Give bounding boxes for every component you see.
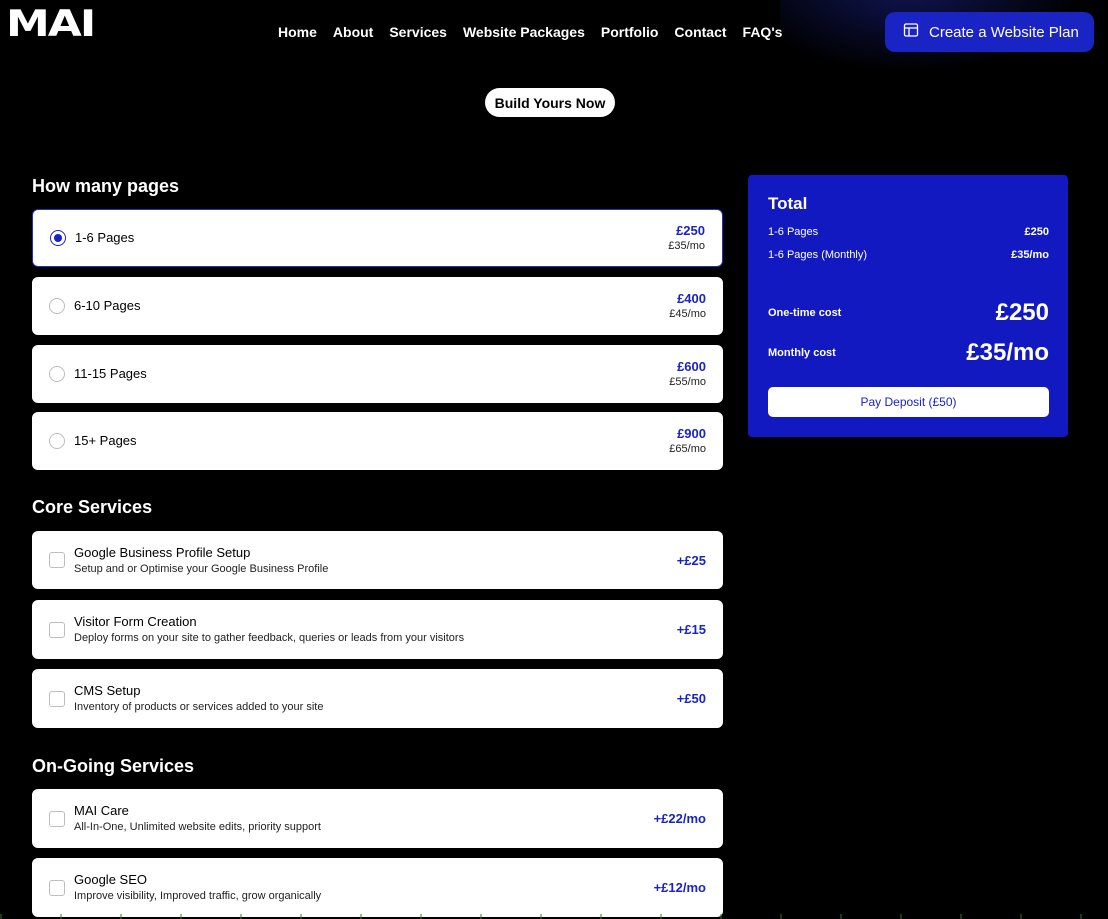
checkbox[interactable] xyxy=(49,621,65,638)
radio-button[interactable] xyxy=(49,298,65,314)
nav-faqs[interactable]: FAQ's xyxy=(735,22,791,42)
cta-label: Create a Website Plan xyxy=(929,23,1079,41)
checkbox[interactable] xyxy=(49,552,65,568)
service-price: +£12/mo xyxy=(653,880,706,895)
page-option-11-15[interactable]: 11-15 Pages £600 £55/mo xyxy=(32,345,723,403)
service-description: Improve visibility, Improved traffic, gr… xyxy=(74,890,322,902)
service-description: Deploy forms on your site to gather feed… xyxy=(74,632,465,644)
nav-about[interactable]: About xyxy=(325,22,381,42)
price: £900 xyxy=(677,426,706,441)
core-service-cms-setup[interactable]: CMS Setup Inventory of products or servi… xyxy=(32,669,723,728)
one-time-cost-value: £250 xyxy=(995,299,1049,326)
page-option-price: £250 £35/mo xyxy=(668,223,705,253)
one-time-cost-label: One-time cost xyxy=(768,307,842,319)
service-title: Visitor Form Creation xyxy=(74,614,197,629)
service-description: Inventory of products or services added … xyxy=(74,701,324,713)
checkbox[interactable] xyxy=(49,879,65,896)
nav-services[interactable]: Services xyxy=(381,22,455,42)
page-option-label: 15+ Pages xyxy=(74,433,137,448)
total-line-value: £35/mo xyxy=(1011,249,1049,261)
nav-contact[interactable]: Contact xyxy=(666,22,734,42)
page-option-label: 11-15 Pages xyxy=(74,366,147,381)
main-nav: Home About Services Website Packages Por… xyxy=(270,22,790,42)
monthly-price: £65/mo xyxy=(669,443,706,455)
nav-portfolio[interactable]: Portfolio xyxy=(593,22,667,42)
price: £600 xyxy=(677,359,706,374)
page-option-price: £900 £65/mo xyxy=(669,426,706,456)
total-line-value: £250 xyxy=(1024,226,1049,238)
ongoing-service-mai-care[interactable]: MAI Care All-In-One, Unlimited website e… xyxy=(32,789,723,848)
footer-decoration xyxy=(0,914,1108,919)
total-line-label: 1-6 Pages xyxy=(768,226,819,238)
monthly-price: £35/mo xyxy=(668,240,705,252)
page-option-1-6[interactable]: 1-6 Pages £250 £35/mo xyxy=(32,209,723,267)
nav-website-packages[interactable]: Website Packages xyxy=(455,22,593,42)
service-description: All-In-One, Unlimited website edits, pri… xyxy=(74,821,321,833)
price: £400 xyxy=(677,291,706,306)
layout-icon xyxy=(903,22,919,42)
page-option-6-10[interactable]: 6-10 Pages £400 £45/mo xyxy=(32,277,723,335)
page-option-15-plus[interactable]: 15+ Pages £900 £65/mo xyxy=(32,412,723,470)
monthly-price: £45/mo xyxy=(669,308,706,320)
radio-button[interactable] xyxy=(50,230,66,246)
monthly-cost-value: £35/mo xyxy=(966,339,1049,366)
ongoing-service-google-seo[interactable]: Google SEO Improve visibility, Improved … xyxy=(32,858,723,917)
one-time-cost-row: One-time cost £250 xyxy=(768,299,1049,327)
core-services-title: Core Services xyxy=(32,497,153,517)
total-line: 1-6 Pages (Monthly) £35/mo xyxy=(768,249,1049,261)
service-price: +£22/mo xyxy=(653,811,706,826)
ongoing-services-title: On-Going Services xyxy=(32,756,195,776)
price: £250 xyxy=(676,223,705,238)
service-description: Setup and or Optimise your Google Busine… xyxy=(74,563,329,575)
total-line: 1-6 Pages £250 xyxy=(768,226,1049,238)
monthly-cost-row: Monthly cost £35/mo xyxy=(768,339,1049,367)
page-option-label: 6-10 Pages xyxy=(74,298,141,313)
create-website-plan-button[interactable]: Create a Website Plan xyxy=(885,12,1094,52)
core-service-visitor-form[interactable]: Visitor Form Creation Deploy forms on yo… xyxy=(32,600,723,659)
radio-button[interactable] xyxy=(49,433,65,449)
monthly-cost-label: Monthly cost xyxy=(768,347,836,359)
page-option-price: £400 £45/mo xyxy=(669,291,706,321)
service-price: +£25 xyxy=(676,552,706,568)
checkbox[interactable] xyxy=(49,810,65,827)
total-panel: Total 1-6 Pages £250 1-6 Pages (Monthly)… xyxy=(748,175,1068,437)
nav-home[interactable]: Home xyxy=(270,22,325,42)
service-title: Google Business Profile Setup xyxy=(74,545,251,560)
page-option-price: £600 £55/mo xyxy=(669,359,706,389)
monthly-price: £55/mo xyxy=(669,376,706,388)
service-title: Google SEO xyxy=(74,872,147,887)
page-option-label: 1-6 Pages xyxy=(75,230,135,245)
radio-button[interactable] xyxy=(49,366,65,382)
checkbox[interactable] xyxy=(49,690,65,707)
service-price: +£15 xyxy=(676,622,706,637)
service-title: CMS Setup xyxy=(74,683,141,698)
core-service-google-business[interactable]: Google Business Profile Setup Setup and … xyxy=(32,531,723,589)
total-line-label: 1-6 Pages (Monthly) xyxy=(768,249,868,261)
service-title: MAI Care xyxy=(74,803,129,818)
site-logo[interactable]: MAI xyxy=(6,6,134,42)
total-title: Total xyxy=(768,194,808,213)
service-price: +£50 xyxy=(676,691,706,706)
build-yours-now-button[interactable]: Build Yours Now xyxy=(485,88,615,117)
pages-section-title: How many pages xyxy=(32,176,180,196)
pay-deposit-button[interactable]: Pay Deposit (£50) xyxy=(768,387,1049,417)
